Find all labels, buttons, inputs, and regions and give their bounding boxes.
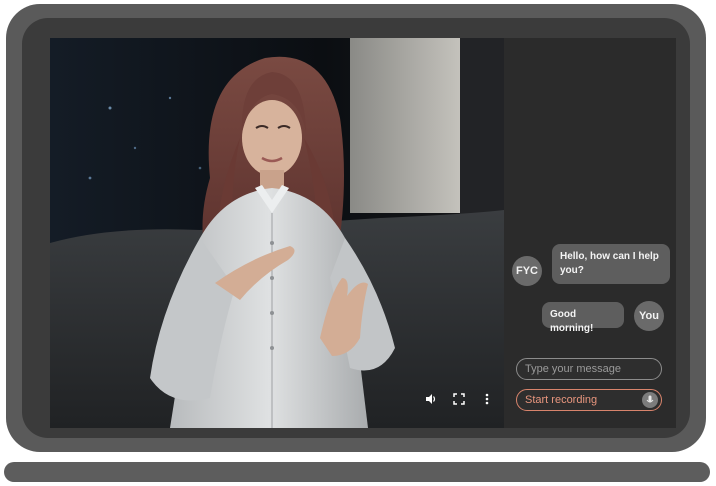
- message-input[interactable]: [525, 363, 653, 375]
- app-screen: FYC Hello, how can I help you? Good morn…: [50, 38, 676, 428]
- microphone-icon: [642, 392, 658, 408]
- assistant-message-bubble: Hello, how can I help you?: [552, 244, 670, 284]
- video-controls: [424, 392, 494, 406]
- start-recording-button[interactable]: Start recording: [516, 389, 662, 411]
- avatar-video-frame: [50, 38, 504, 428]
- fullscreen-icon[interactable]: [452, 392, 466, 406]
- user-avatar: You: [634, 301, 664, 331]
- user-message-bubble: Good morning!: [542, 302, 624, 334]
- start-recording-label: Start recording: [525, 394, 598, 406]
- laptop-base: [4, 462, 710, 482]
- chat-panel: FYC Hello, how can I help you? Good morn…: [504, 38, 676, 428]
- more-vertical-icon[interactable]: [480, 392, 494, 406]
- speaker-icon[interactable]: [424, 392, 438, 406]
- message-input-wrapper: [516, 358, 662, 380]
- assistant-avatar: FYC: [512, 256, 542, 286]
- video-player[interactable]: [50, 38, 504, 428]
